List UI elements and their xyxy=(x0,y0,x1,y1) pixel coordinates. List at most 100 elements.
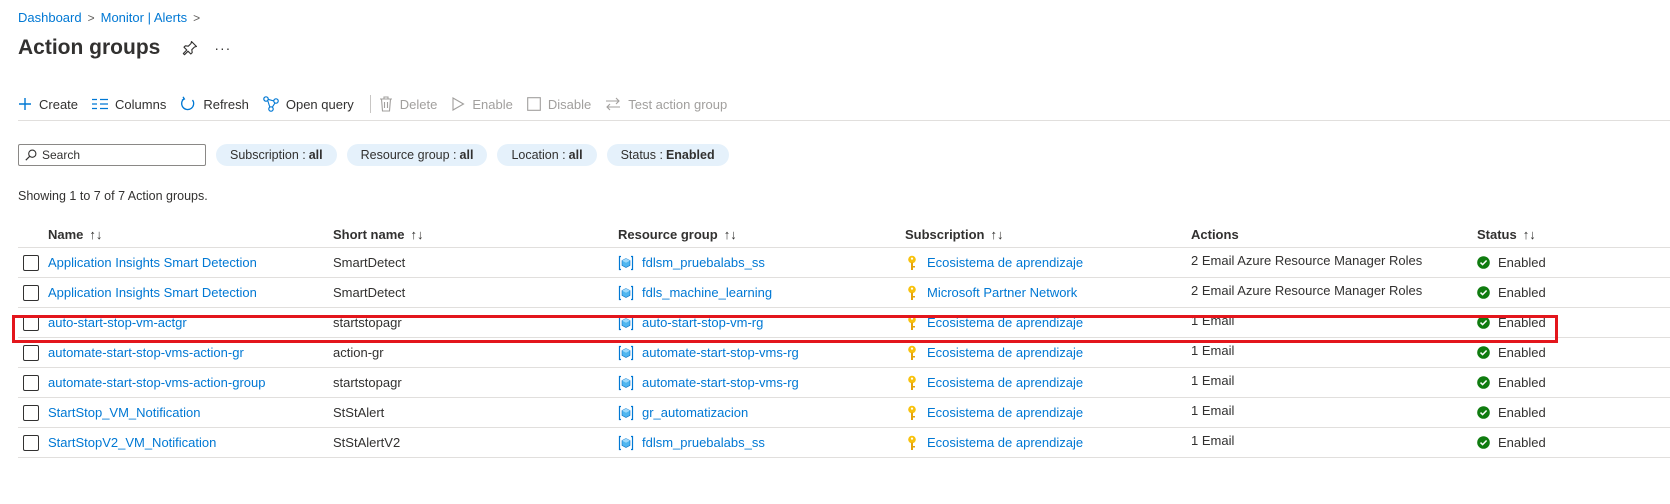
subscription-link[interactable]: Ecosistema de aprendizaje xyxy=(927,405,1083,420)
table-row[interactable]: automate-start-stop-vms-action-group sta… xyxy=(18,368,1670,398)
action-group-name-link[interactable]: StartStop_VM_Notification xyxy=(48,405,200,420)
resource-group-link[interactable]: fdls_machine_learning xyxy=(642,285,772,300)
status-text: Enabled xyxy=(1498,435,1546,450)
column-header-name[interactable]: Name ↑↓ xyxy=(48,222,102,247)
search-box[interactable] xyxy=(18,144,206,166)
row-checkbox-cell xyxy=(23,368,39,397)
plus-icon xyxy=(19,98,31,110)
row-subscription-cell: Ecosistema de aprendizaje xyxy=(905,308,1083,337)
action-group-name-link[interactable]: automate-start-stop-vms-action-gr xyxy=(48,345,244,360)
row-status-cell: Enabled xyxy=(1477,428,1546,457)
disable-button[interactable]: Disable xyxy=(527,97,591,112)
column-header-actions-label: Actions xyxy=(1191,227,1239,242)
location-filter[interactable]: Location : all xyxy=(497,144,597,166)
row-subscription-cell: Ecosistema de aprendizaje xyxy=(905,368,1083,397)
action-group-name-link[interactable]: auto-start-stop-vm-actgr xyxy=(48,315,187,330)
status-filter-value: Enabled xyxy=(665,148,715,162)
resource-group-link[interactable]: automate-start-stop-vms-rg xyxy=(642,345,799,360)
row-resource-group-cell: auto-start-stop-vm-rg xyxy=(618,308,763,337)
breadcrumb-monitor-alerts[interactable]: Monitor | Alerts xyxy=(101,10,187,25)
column-header-status[interactable]: Status ↑↓ xyxy=(1477,222,1536,247)
table-row[interactable]: Application Insights Smart Detection Sma… xyxy=(18,278,1670,308)
test-action-group-button[interactable]: Test action group xyxy=(605,97,727,112)
trash-icon xyxy=(379,96,392,112)
toolbar-separator xyxy=(18,120,1670,121)
more-icon[interactable]: ··· xyxy=(214,40,231,56)
columns-button[interactable]: Columns xyxy=(92,97,166,112)
actions-text: 1 Email xyxy=(1191,373,1235,388)
key-icon xyxy=(905,435,919,451)
create-button[interactable]: Create xyxy=(18,97,78,112)
row-status-cell: Enabled xyxy=(1477,308,1546,337)
refresh-icon xyxy=(181,96,195,111)
table-row[interactable]: StartStopV2_VM_Notification StStAlertV2 … xyxy=(18,428,1670,458)
refresh-button[interactable]: Refresh xyxy=(180,96,249,112)
table-row[interactable]: Application Insights Smart Detection Sma… xyxy=(18,248,1670,278)
row-short-name-cell: StStAlertV2 xyxy=(333,428,400,457)
breadcrumb-dashboard[interactable]: Dashboard xyxy=(18,10,82,25)
delete-button[interactable]: Delete xyxy=(379,96,437,112)
row-status-cell: Enabled xyxy=(1477,338,1546,367)
table-row[interactable]: StartStop_VM_Notification StStAlert gr_a… xyxy=(18,398,1670,428)
status-text: Enabled xyxy=(1498,405,1546,420)
column-header-short-name[interactable]: Short name ↑↓ xyxy=(333,222,424,247)
action-group-name-link[interactable]: Application Insights Smart Detection xyxy=(48,285,257,300)
row-resource-group-cell: gr_automatizacion xyxy=(618,398,748,427)
resource-group-icon xyxy=(618,435,634,451)
toolbar: Create Columns Refresh Open query Delete… xyxy=(18,94,741,114)
sort-icon: ↑↓ xyxy=(410,227,424,242)
action-group-name-link[interactable]: automate-start-stop-vms-action-group xyxy=(48,375,265,390)
status-filter[interactable]: Status : Enabled xyxy=(606,144,729,166)
resource-group-link[interactable]: fdlsm_pruebalabs_ss xyxy=(642,435,765,450)
row-checkbox[interactable] xyxy=(23,404,39,421)
resource-group-link[interactable]: automate-start-stop-vms-rg xyxy=(642,375,799,390)
sort-icon: ↑↓ xyxy=(723,227,737,242)
subscription-link[interactable]: Ecosistema de aprendizaje xyxy=(927,345,1083,360)
table-row[interactable]: auto-start-stop-vm-actgr startstopagr au… xyxy=(18,308,1670,338)
check-circle-icon xyxy=(1477,376,1490,389)
row-status-cell: Enabled xyxy=(1477,278,1546,307)
location-filter-value: all xyxy=(568,148,583,162)
subscription-link[interactable]: Ecosistema de aprendizaje xyxy=(927,375,1083,390)
row-checkbox[interactable] xyxy=(23,314,39,331)
row-checkbox[interactable] xyxy=(23,284,39,301)
key-icon xyxy=(905,315,919,331)
open-query-button[interactable]: Open query xyxy=(263,96,354,112)
subscription-link[interactable]: Ecosistema de aprendizaje xyxy=(927,435,1083,450)
resource-group-link[interactable]: fdlsm_pruebalabs_ss xyxy=(642,255,765,270)
resource-group-icon xyxy=(618,405,634,421)
column-header-resource-group[interactable]: Resource group ↑↓ xyxy=(618,222,737,247)
row-name-cell: Application Insights Smart Detection xyxy=(48,248,257,277)
resource-group-link[interactable]: auto-start-stop-vm-rg xyxy=(642,315,763,330)
column-header-subscription[interactable]: Subscription ↑↓ xyxy=(905,222,1003,247)
row-name-cell: Application Insights Smart Detection xyxy=(48,278,257,307)
key-icon xyxy=(905,285,919,301)
pin-icon[interactable] xyxy=(182,40,198,56)
row-actions-cell: 1 Email xyxy=(1191,368,1234,397)
row-checkbox[interactable] xyxy=(23,434,39,451)
row-checkbox[interactable] xyxy=(23,344,39,361)
subscription-link[interactable]: Ecosistema de aprendizaje xyxy=(927,255,1083,270)
search-input[interactable] xyxy=(42,148,192,162)
row-actions-cell: 1 Email xyxy=(1191,398,1234,427)
actions-text: 1 Email xyxy=(1191,403,1235,418)
actions-text: 1 Email xyxy=(1191,433,1235,448)
enable-label: Enable xyxy=(472,96,513,112)
enable-button[interactable]: Enable xyxy=(451,96,513,112)
resource-group-filter[interactable]: Resource group : all xyxy=(346,144,488,166)
row-checkbox-cell xyxy=(23,338,39,367)
subscription-filter[interactable]: Subscription : all xyxy=(216,144,337,166)
breadcrumb-separator: > xyxy=(87,10,95,25)
sort-icon: ↑↓ xyxy=(990,227,1004,242)
action-group-name-link[interactable]: Application Insights Smart Detection xyxy=(48,255,257,270)
resource-group-link[interactable]: gr_automatizacion xyxy=(642,405,748,420)
refresh-label: Refresh xyxy=(203,96,249,112)
status-text: Enabled xyxy=(1498,345,1546,360)
column-header-resource-group-label: Resource group xyxy=(618,227,718,242)
table-row[interactable]: automate-start-stop-vms-action-gr action… xyxy=(18,338,1670,368)
subscription-link[interactable]: Ecosistema de aprendizaje xyxy=(927,315,1083,330)
row-checkbox[interactable] xyxy=(23,374,39,391)
action-group-name-link[interactable]: StartStopV2_VM_Notification xyxy=(48,435,216,450)
row-checkbox[interactable] xyxy=(23,254,39,271)
subscription-link[interactable]: Microsoft Partner Network xyxy=(927,285,1077,300)
